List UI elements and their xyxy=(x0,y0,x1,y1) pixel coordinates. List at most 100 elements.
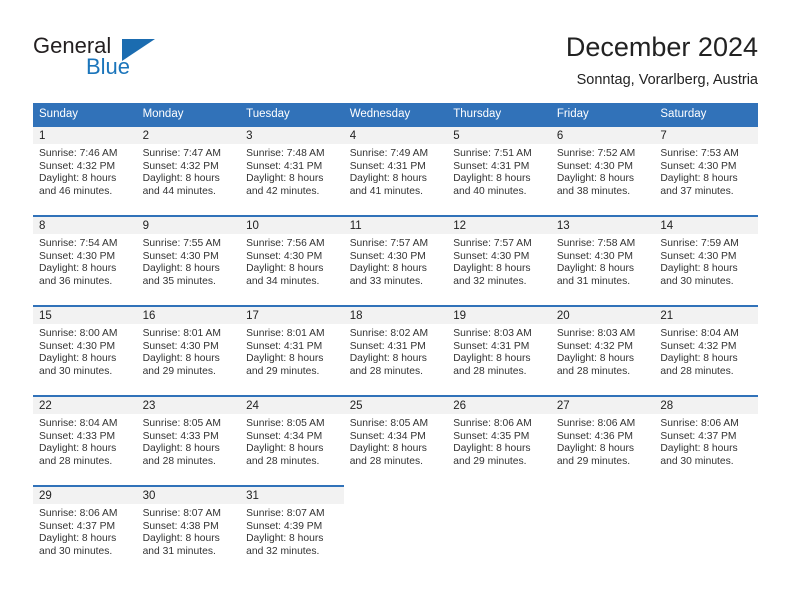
calendar-cell-day[interactable]: 6 Sunrise: 7:52 AM Sunset: 4:30 PM Daylight… xyxy=(550,125,655,215)
day-cell: 21 Sunrise: 8:04 AM Sunset: 4:32 PM Dayligh… xyxy=(654,305,758,395)
calendar-cell-day[interactable]: 26 Sunrise: 8:06 AM Sunset: 4:35 PM Dayligh… xyxy=(447,395,551,485)
daylight-text-line2: and 34 minutes. xyxy=(246,275,320,287)
day-number: 29 xyxy=(33,487,137,504)
weekday-header-tuesday: Tuesday xyxy=(240,103,344,125)
daylight-text-line1: Daylight: 8 hours xyxy=(349,443,427,455)
calendar-cell-day[interactable]: 16 Sunrise: 8:01 AM Sunset: 4:30 PM Dayligh… xyxy=(136,305,241,395)
calendar-cell-day[interactable]: 8 Sunrise: 7:54 AM Sunset: 4:30 PM Daylight… xyxy=(33,215,137,305)
daylight-text-line2: and 46 minutes. xyxy=(39,185,113,197)
sunset-text: Sunset: 4:35 PM xyxy=(453,430,530,442)
sunset-text: Sunset: 4:31 PM xyxy=(246,160,323,172)
calendar-cell-day[interactable]: 10 Sunrise: 7:56 AM Sunset: 4:30 PM Dayligh… xyxy=(240,215,344,305)
day-sun-info xyxy=(654,504,758,508)
brand-logo[interactable]: General Blue xyxy=(33,33,253,85)
daylight-text-line1: Daylight: 8 hours xyxy=(660,353,738,365)
calendar-cell-day[interactable]: 29 Sunrise: 8:06 AM Sunset: 4:37 PM Dayligh… xyxy=(33,485,137,575)
day-cell xyxy=(654,485,758,575)
day-sun-info: Sunrise: 7:51 AM Sunset: 4:31 PM Daylight:… xyxy=(447,144,551,198)
daylight-text-line1: Daylight: 8 hours xyxy=(660,263,738,275)
calendar-cell-day[interactable]: 15 Sunrise: 8:00 AM Sunset: 4:30 PM Dayligh… xyxy=(33,305,137,395)
day-cell xyxy=(344,485,448,575)
calendar-cell-day[interactable]: 2 Sunrise: 7:47 AM Sunset: 4:32 PM Daylight… xyxy=(136,125,241,215)
calendar-body: 1 Sunrise: 7:46 AM Sunset: 4:32 PM Daylight… xyxy=(33,125,758,575)
day-sun-info: Sunrise: 8:05 AM Sunset: 4:34 PM Daylight:… xyxy=(240,414,344,468)
calendar-cell-day[interactable]: 12 Sunrise: 7:57 AM Sunset: 4:30 PM Dayligh… xyxy=(447,215,551,305)
sunrise-text: Sunrise: 7:59 AM xyxy=(660,238,739,249)
calendar-cell-day[interactable]: 9 Sunrise: 7:55 AM Sunset: 4:30 PM Daylight… xyxy=(136,215,241,305)
calendar-cell-day[interactable]: 19 Sunrise: 8:03 AM Sunset: 4:31 PM Dayligh… xyxy=(447,305,551,395)
calendar-cell-day[interactable]: 4 Sunrise: 7:49 AM Sunset: 4:31 PM Daylight… xyxy=(343,125,448,215)
calendar-cell-day[interactable]: 25 Sunrise: 8:05 AM Sunset: 4:34 PM Dayligh… xyxy=(343,395,448,485)
calendar-cell-day[interactable]: 20 Sunrise: 8:03 AM Sunset: 4:32 PM Dayligh… xyxy=(550,305,655,395)
sunset-text: Sunset: 4:30 PM xyxy=(556,160,633,172)
day-cell: 25 Sunrise: 8:05 AM Sunset: 4:34 PM Dayligh… xyxy=(343,395,448,485)
calendar-cell-day[interactable]: 3 Sunrise: 7:48 AM Sunset: 4:31 PM Daylight… xyxy=(240,125,344,215)
day-sun-info: Sunrise: 8:04 AM Sunset: 4:33 PM Daylight:… xyxy=(33,414,137,468)
calendar-cell-day[interactable]: 18 Sunrise: 8:02 AM Sunset: 4:31 PM Dayligh… xyxy=(343,305,448,395)
sunset-text: Sunset: 4:30 PM xyxy=(246,250,323,262)
calendar-cell-day[interactable]: 1 Sunrise: 7:46 AM Sunset: 4:32 PM Daylight… xyxy=(33,125,137,215)
day-sun-info: Sunrise: 7:58 AM Sunset: 4:30 PM Daylight:… xyxy=(551,234,655,288)
sunrise-text: Sunrise: 7:53 AM xyxy=(660,148,739,159)
daylight-text-line1: Daylight: 8 hours xyxy=(39,353,117,365)
calendar-cell-day[interactable]: 30 Sunrise: 8:07 AM Sunset: 4:38 PM Dayligh… xyxy=(136,485,241,575)
weekday-header-wednesday: Wednesday xyxy=(343,103,448,125)
day-number: 2 xyxy=(136,127,241,144)
calendar-cell-day[interactable]: 13 Sunrise: 7:58 AM Sunset: 4:30 PM Dayligh… xyxy=(550,215,655,305)
calendar-cell-day[interactable]: 21 Sunrise: 8:04 AM Sunset: 4:32 PM Dayligh… xyxy=(654,305,758,395)
day-cell: 23 Sunrise: 8:05 AM Sunset: 4:33 PM Dayligh… xyxy=(136,395,241,485)
day-sun-info: Sunrise: 7:53 AM Sunset: 4:30 PM Daylight:… xyxy=(654,144,758,198)
calendar-cell-day[interactable]: 7 Sunrise: 7:53 AM Sunset: 4:30 PM Daylight… xyxy=(654,125,758,215)
calendar-cell-day[interactable]: 27 Sunrise: 8:06 AM Sunset: 4:36 PM Dayligh… xyxy=(550,395,655,485)
daylight-text-line1: Daylight: 8 hours xyxy=(660,173,738,185)
calendar-cell-empty xyxy=(551,485,655,575)
sunrise-text: Sunrise: 7:48 AM xyxy=(246,148,325,159)
calendar-cell-day[interactable]: 28 Sunrise: 8:06 AM Sunset: 4:37 PM Dayligh… xyxy=(654,395,758,485)
sunrise-text: Sunrise: 8:01 AM xyxy=(142,328,221,339)
sunrise-text: Sunrise: 8:03 AM xyxy=(556,328,636,339)
daylight-text-line2: and 30 minutes. xyxy=(39,365,113,377)
daylight-text-line2: and 44 minutes. xyxy=(142,185,216,197)
calendar-cell-day[interactable]: 11 Sunrise: 7:57 AM Sunset: 4:30 PM Dayligh… xyxy=(343,215,448,305)
calendar-header-row: Sunday Monday Tuesday Wednesday Thursday… xyxy=(33,103,758,125)
day-cell: 2 Sunrise: 7:47 AM Sunset: 4:32 PM Daylight… xyxy=(136,125,241,215)
day-number: 9 xyxy=(136,217,241,234)
daylight-text-line1: Daylight: 8 hours xyxy=(349,173,427,185)
day-cell: 9 Sunrise: 7:55 AM Sunset: 4:30 PM Daylight… xyxy=(136,215,241,305)
daylight-text-line2: and 40 minutes. xyxy=(453,185,527,197)
sunrise-text: Sunrise: 7:54 AM xyxy=(39,238,118,249)
day-cell: 20 Sunrise: 8:03 AM Sunset: 4:32 PM Dayligh… xyxy=(550,305,655,395)
calendar-cell-day[interactable]: 23 Sunrise: 8:05 AM Sunset: 4:33 PM Dayligh… xyxy=(136,395,241,485)
day-sun-info: Sunrise: 7:46 AM Sunset: 4:32 PM Daylight:… xyxy=(33,144,137,198)
sunrise-text: Sunrise: 8:06 AM xyxy=(39,508,118,519)
day-sun-info: Sunrise: 7:57 AM Sunset: 4:30 PM Daylight:… xyxy=(447,234,551,288)
daylight-text-line1: Daylight: 8 hours xyxy=(39,443,117,455)
sunset-text: Sunset: 4:30 PM xyxy=(349,250,426,262)
sunrise-text: Sunrise: 7:57 AM xyxy=(349,238,429,249)
sunrise-text: Sunrise: 8:06 AM xyxy=(660,418,739,429)
sunset-text: Sunset: 4:32 PM xyxy=(39,160,116,172)
day-sun-info: Sunrise: 8:05 AM Sunset: 4:34 PM Daylight:… xyxy=(344,414,448,468)
day-cell: 24 Sunrise: 8:05 AM Sunset: 4:34 PM Dayligh… xyxy=(240,395,344,485)
day-sun-info: Sunrise: 8:03 AM Sunset: 4:31 PM Daylight:… xyxy=(447,324,551,378)
day-number: 18 xyxy=(343,307,448,324)
calendar-cell-day[interactable]: 14 Sunrise: 7:59 AM Sunset: 4:30 PM Dayligh… xyxy=(654,215,758,305)
daylight-text-line1: Daylight: 8 hours xyxy=(142,173,220,185)
day-cell: 15 Sunrise: 8:00 AM Sunset: 4:30 PM Dayligh… xyxy=(33,305,137,395)
calendar-cell-day[interactable]: 24 Sunrise: 8:05 AM Sunset: 4:34 PM Dayligh… xyxy=(240,395,344,485)
day-sun-info: Sunrise: 8:04 AM Sunset: 4:32 PM Daylight:… xyxy=(654,324,758,378)
calendar-cell-day[interactable]: 17 Sunrise: 8:01 AM Sunset: 4:31 PM Dayligh… xyxy=(240,305,344,395)
sunrise-text: Sunrise: 7:47 AM xyxy=(142,148,221,159)
day-cell: 10 Sunrise: 7:56 AM Sunset: 4:30 PM Dayligh… xyxy=(240,215,344,305)
day-sun-info: Sunrise: 7:59 AM Sunset: 4:30 PM Daylight:… xyxy=(654,234,758,288)
day-cell: 12 Sunrise: 7:57 AM Sunset: 4:30 PM Dayligh… xyxy=(447,215,551,305)
calendar-cell-empty xyxy=(344,485,448,575)
sunset-text: Sunset: 4:32 PM xyxy=(556,340,633,352)
day-sun-info: Sunrise: 8:06 AM Sunset: 4:37 PM Daylight:… xyxy=(33,504,137,558)
sunset-text: Sunset: 4:30 PM xyxy=(39,340,116,352)
daylight-text-line2: and 31 minutes. xyxy=(556,275,631,287)
calendar-cell-day[interactable]: 22 Sunrise: 8:04 AM Sunset: 4:33 PM Dayligh… xyxy=(33,395,137,485)
calendar-cell-day[interactable]: 5 Sunrise: 7:51 AM Sunset: 4:31 PM Daylight… xyxy=(447,125,551,215)
calendar-cell-day[interactable]: 31 Sunrise: 8:07 AM Sunset: 4:39 PM Dayligh… xyxy=(240,485,344,575)
day-cell: 18 Sunrise: 8:02 AM Sunset: 4:31 PM Dayligh… xyxy=(343,305,448,395)
